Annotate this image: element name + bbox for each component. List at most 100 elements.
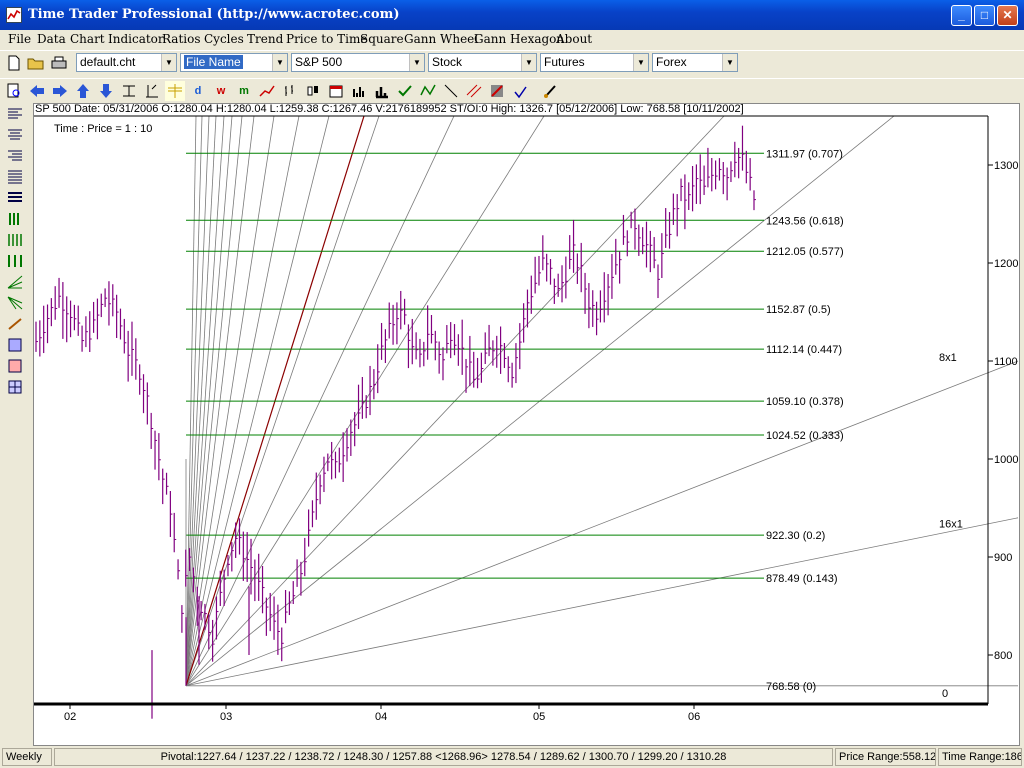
- y-tick-label: 1000: [994, 454, 1018, 466]
- forex-value: Forex: [656, 55, 687, 69]
- maximize-button[interactable]: □: [974, 5, 995, 26]
- align-lines-icon[interactable]: [6, 106, 25, 124]
- print-preview-icon[interactable]: [4, 81, 24, 101]
- fib-level-label: 1152.87 (0.5): [766, 304, 831, 316]
- x-tick-label: 02: [64, 711, 76, 723]
- parallel-lines-icon[interactable]: [464, 81, 484, 101]
- menu-square[interactable]: Square: [360, 32, 404, 46]
- menu-gann-wheel[interactable]: Gann Wheel: [404, 32, 478, 46]
- spellcheck-icon[interactable]: [510, 81, 530, 101]
- gann-16x1-line: [185, 517, 1019, 687]
- calendar-icon[interactable]: [326, 81, 346, 101]
- scale-icon[interactable]: [142, 81, 162, 101]
- stock-select[interactable]: Stock ▼: [428, 53, 537, 72]
- menu-ratios[interactable]: Ratios: [162, 32, 201, 46]
- bar-chart-icon[interactable]: [280, 81, 300, 101]
- file-name-value: File Name: [184, 55, 243, 69]
- erase-icon[interactable]: [487, 81, 507, 101]
- app-logo-icon: [6, 7, 22, 23]
- chevron-down-icon[interactable]: ▼: [633, 54, 648, 71]
- status-pivotal: Pivotal:1227.64 / 1237.22 / 1238.72 / 12…: [54, 748, 833, 766]
- square-tool-icon[interactable]: [6, 358, 25, 376]
- cycle-bars-wide-icon[interactable]: [6, 253, 25, 271]
- grid-tool-icon[interactable]: [6, 379, 25, 397]
- zigzag-icon[interactable]: [418, 81, 438, 101]
- align-right-icon[interactable]: [6, 148, 25, 166]
- histogram-icon[interactable]: [372, 81, 392, 101]
- left-toolbox: [4, 106, 28, 406]
- chevron-down-icon[interactable]: ▼: [722, 54, 737, 71]
- fib-level-label: 1112.14 (0.447): [766, 344, 842, 356]
- box-tool-icon[interactable]: [6, 337, 25, 355]
- fib-level-label: 878.49 (0.143): [766, 573, 838, 585]
- menu-chart[interactable]: Chart: [70, 32, 105, 46]
- file-name-select[interactable]: File Name ▼: [180, 53, 288, 72]
- menu-gann-hexagon[interactable]: Gann Hexagon: [474, 32, 564, 46]
- menu-indicator[interactable]: Indicator: [108, 32, 164, 46]
- fib-level-label: 1059.10 (0.378): [766, 396, 844, 408]
- y-tick-label: 800: [994, 650, 1012, 662]
- chevron-down-icon[interactable]: ▼: [161, 54, 176, 71]
- futures-select[interactable]: Futures ▼: [540, 53, 649, 72]
- y-tick-label: 1200: [994, 258, 1018, 270]
- line-chart-icon[interactable]: [257, 81, 277, 101]
- cycle-bars-alt-icon[interactable]: [6, 232, 25, 250]
- new-file-icon[interactable]: [4, 53, 24, 73]
- menu-price-to-time[interactable]: Price to Time: [286, 32, 367, 46]
- fan-label-8x1: 8x1: [939, 352, 957, 364]
- chevron-down-icon[interactable]: ▼: [272, 54, 287, 71]
- price-chart[interactable]: 1311.97 (0.707) 1243.56 (0.618) 1212.05 (0…: [34, 104, 1019, 745]
- crosshair-icon[interactable]: [165, 81, 185, 101]
- stock-value: Stock: [432, 55, 463, 69]
- menu-cycles[interactable]: Cycles: [204, 32, 244, 46]
- menu-bar: File Data Chart Indicator Ratios Cycles …: [0, 30, 1024, 49]
- chart-area[interactable]: 1311.97 (0.707) 1243.56 (0.618) 1212.05 (0…: [33, 103, 1020, 746]
- y-tick-label: 1100: [994, 356, 1018, 368]
- status-bar: Weekly Pivotal:1227.64 / 1237.22 / 1238.…: [0, 746, 1024, 768]
- app-window: Time Trader Professional (http://www.acr…: [0, 0, 1024, 768]
- monthly-button[interactable]: m: [234, 81, 254, 101]
- fan-lines-icon[interactable]: [6, 274, 25, 292]
- zoom-fit-icon[interactable]: [119, 81, 139, 101]
- grid-lines-icon[interactable]: [6, 169, 25, 187]
- fan-lines-alt-icon[interactable]: [6, 295, 25, 313]
- arrow-left-icon[interactable]: [27, 81, 47, 101]
- menu-file[interactable]: File: [8, 32, 31, 46]
- status-time-range: Time Range:186: [938, 748, 1022, 766]
- print-icon[interactable]: [49, 53, 69, 73]
- quote-info-line: SP 500 Date: 05/31/2006 O:1280.04 H:1280…: [35, 103, 744, 115]
- fib-level-label: 1311.97 (0.707): [766, 148, 843, 160]
- minimize-button[interactable]: _: [951, 5, 972, 26]
- forex-select[interactable]: Forex ▼: [652, 53, 738, 72]
- volume-icon[interactable]: [349, 81, 369, 101]
- chart-template-value: default.cht: [80, 55, 136, 69]
- align-center-icon[interactable]: [6, 127, 25, 145]
- check-icon[interactable]: [395, 81, 415, 101]
- menu-data[interactable]: Data: [37, 32, 66, 46]
- trendline-icon[interactable]: [441, 81, 461, 101]
- pen-icon[interactable]: [6, 316, 25, 334]
- weekly-button[interactable]: w: [211, 81, 231, 101]
- arrow-right-icon[interactable]: [50, 81, 70, 101]
- x-tick-label: 04: [375, 711, 387, 723]
- cycle-bars-icon[interactable]: [6, 211, 25, 229]
- close-button[interactable]: ✕: [997, 5, 1018, 26]
- arrow-up-icon[interactable]: [73, 81, 93, 101]
- menu-trend[interactable]: Trend: [247, 32, 283, 46]
- candle-chart-icon[interactable]: [303, 81, 323, 101]
- arrow-down-icon[interactable]: [96, 81, 116, 101]
- open-folder-icon[interactable]: [26, 53, 46, 73]
- y-tick-label: 900: [994, 552, 1012, 564]
- chart-template-select[interactable]: default.cht ▼: [76, 53, 177, 72]
- menu-about[interactable]: About: [556, 32, 592, 46]
- symbol-select[interactable]: S&P 500 ▼: [291, 53, 425, 72]
- main-toolbar: default.cht ▼ File Name ▼ S&P 500 ▼ Stoc…: [0, 50, 1024, 74]
- chart-subtitle: Time : Price = 1 : 10: [54, 123, 152, 135]
- bars-heavy-icon[interactable]: [6, 190, 25, 208]
- title-bar[interactable]: Time Trader Professional (http://www.acr…: [0, 0, 1024, 30]
- paint-brush-icon[interactable]: [540, 81, 560, 101]
- daily-button[interactable]: d: [188, 81, 208, 101]
- chevron-down-icon[interactable]: ▼: [521, 54, 536, 71]
- x-tick-label: 03: [220, 711, 232, 723]
- chevron-down-icon[interactable]: ▼: [409, 54, 424, 71]
